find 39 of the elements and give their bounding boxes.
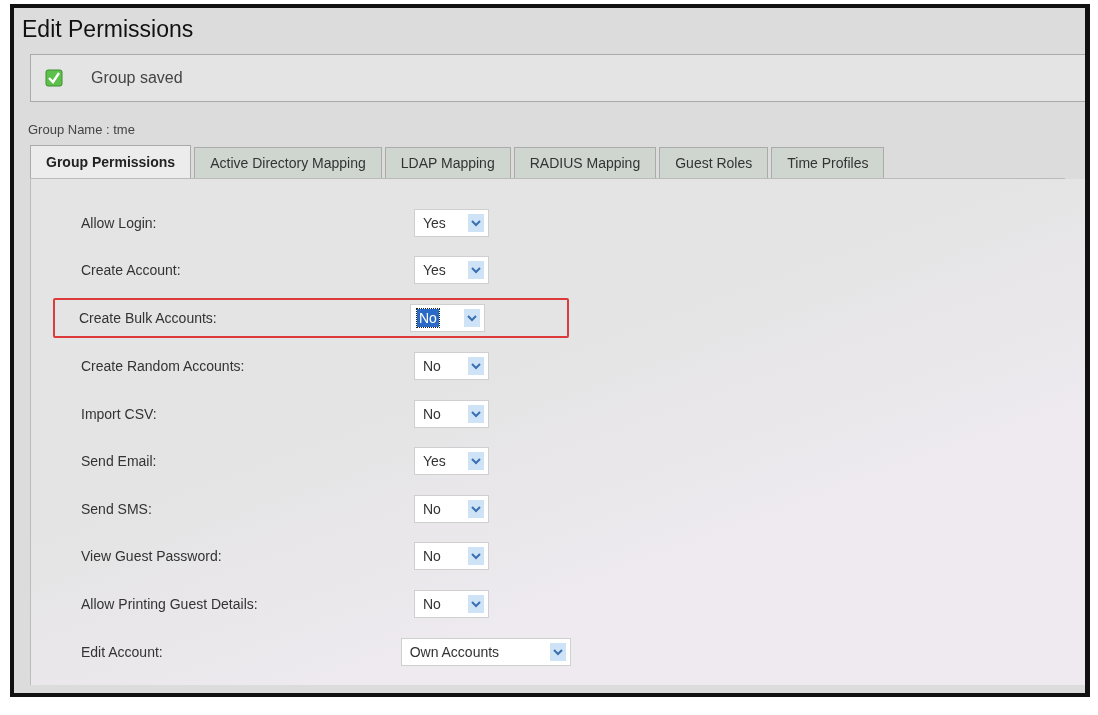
dropdown[interactable]: Yes: [414, 208, 489, 237]
field-label: Send SMS:: [81, 500, 153, 517]
field-label: Create Account:: [81, 262, 182, 279]
caret-icon: [468, 213, 484, 232]
field-label: Import CSV:: [81, 405, 158, 422]
dropdown[interactable]: Own Accounts: [400, 637, 571, 666]
field-label: Create Bulk Accounts:: [79, 310, 218, 327]
caret-icon: [550, 642, 566, 661]
field-label: Create Random Accounts:: [81, 358, 246, 374]
dropdown[interactable]: Yes: [414, 447, 489, 476]
field-label: Edit Account:: [81, 643, 164, 660]
tab[interactable]: LDAP Mapping: [384, 147, 511, 178]
dropdown[interactable]: Yes: [414, 256, 489, 285]
tab[interactable]: Active Directory Mapping: [194, 147, 382, 178]
dropdown[interactable]: No: [414, 352, 489, 380]
dropdown[interactable]: No: [414, 589, 489, 618]
group-name: Group Name : tme: [28, 122, 136, 139]
field-label: Send Email:: [81, 453, 158, 470]
tab[interactable]: Guest Roles: [659, 147, 769, 178]
window-title: Edit Permissions: [21, 16, 195, 44]
dropdown[interactable]: No: [414, 494, 489, 523]
caret-icon: [468, 357, 484, 375]
tab[interactable]: Group Permissions: [30, 145, 192, 178]
tab[interactable]: RADIUS Mapping: [513, 147, 657, 178]
field-label: Allow Login:: [81, 214, 158, 231]
message-text: Group saved: [91, 69, 183, 87]
field-label: Allow Printing Guest Details:: [81, 595, 259, 612]
dropdown[interactable]: No: [414, 399, 489, 428]
dropdown[interactable]: No: [410, 304, 485, 333]
caret-icon: [468, 499, 484, 518]
caret-icon: [468, 547, 484, 566]
caret-icon: [468, 404, 484, 423]
tab[interactable]: Time Profiles: [771, 147, 885, 178]
dropdown[interactable]: No: [414, 542, 489, 571]
caret-icon: [468, 261, 484, 280]
caret-icon: [464, 309, 480, 328]
caret-icon: [468, 594, 484, 613]
caret-icon: [468, 452, 484, 471]
field-label: View Guest Password:: [81, 548, 223, 565]
